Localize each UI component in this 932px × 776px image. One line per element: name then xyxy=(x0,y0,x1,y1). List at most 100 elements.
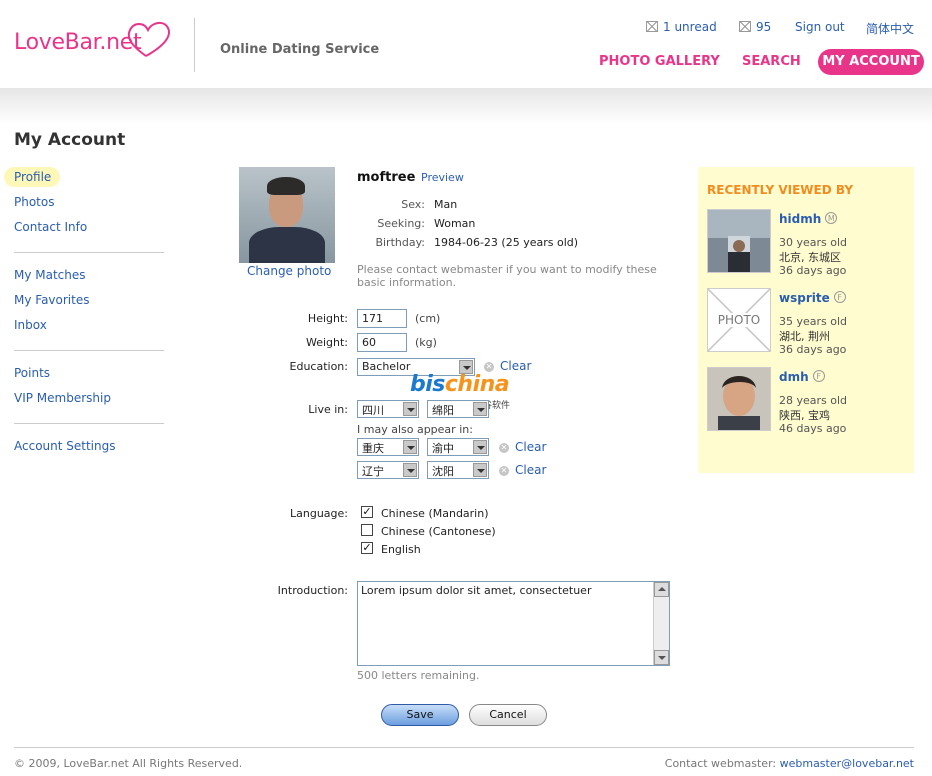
watermark-text-a: bis xyxy=(410,372,445,397)
introduction-label: Introduction: xyxy=(277,584,348,597)
webmaster-email-link[interactable]: webmaster@lovebar.net xyxy=(780,757,914,770)
seeking-label: Seeking: xyxy=(377,217,425,230)
also2-city-select[interactable]: 沈阳 xyxy=(427,461,489,479)
weight-input[interactable]: 60 xyxy=(357,333,407,352)
visitor-photo[interactable]: PHOTO xyxy=(707,288,771,352)
chevron-down-icon xyxy=(403,440,417,454)
messages-count-link[interactable]: 95 xyxy=(739,20,771,34)
header-shade xyxy=(0,88,932,124)
sidebar-item-profile[interactable]: Profile xyxy=(14,170,51,184)
cancel-button[interactable]: Cancel xyxy=(469,704,547,726)
close-icon: ✕ xyxy=(499,466,509,476)
chevron-down-icon xyxy=(403,463,417,477)
scroll-down-icon[interactable] xyxy=(654,650,669,665)
username: moftree xyxy=(357,170,416,185)
sidebar-item-contact-info[interactable]: Contact Info xyxy=(14,220,87,234)
language-switch-link[interactable]: 简体中文 xyxy=(866,20,914,37)
language-label: Language: xyxy=(290,507,348,520)
live-in-label: Live in: xyxy=(308,403,348,416)
sidebar-divider xyxy=(14,350,164,351)
sidebar-item-vip-membership[interactable]: VIP Membership xyxy=(14,391,111,405)
preview-link[interactable]: Preview xyxy=(421,171,464,184)
also2-province-select[interactable]: 辽宁 xyxy=(357,461,419,479)
unread-messages-link[interactable]: 1 unread xyxy=(646,20,717,34)
visitor-name: hidmh xyxy=(779,212,822,226)
watermark-logo: bischina xyxy=(410,372,510,397)
also1-city-value: 渝中 xyxy=(432,442,454,455)
gender-badge: F xyxy=(812,370,825,382)
birthday-value: 1984-06-23 (25 years old) xyxy=(434,236,579,249)
sidebar-item-my-matches[interactable]: My Matches xyxy=(14,268,86,282)
education-value: Bachelor xyxy=(362,360,411,373)
introduction-text: Lorem ipsum dolor sit amet, consectetuer xyxy=(361,584,592,597)
header-divider xyxy=(194,18,195,72)
visitor-location: 北京, 东城区 xyxy=(779,251,841,264)
page-title: My Account xyxy=(14,130,126,150)
height-input[interactable]: 171 xyxy=(357,309,407,328)
visitor-age: 30 years old xyxy=(779,236,848,249)
envelope-icon xyxy=(739,21,751,32)
top-bar: LoveBar.net Online Dating Service 1 unre… xyxy=(0,0,932,88)
visitor-age: 28 years old xyxy=(779,394,848,407)
visitor-name-link[interactable]: wsprite F xyxy=(779,291,846,305)
also1-city-select[interactable]: 渝中 xyxy=(427,438,489,456)
education-clear-link[interactable]: ✕ Clear xyxy=(484,359,531,373)
scroll-up-icon[interactable] xyxy=(654,582,669,597)
live-province-select[interactable]: 四川 xyxy=(357,400,419,418)
also2-clear-link[interactable]: ✕ Clear xyxy=(499,463,546,477)
recently-viewed-title: RECENTLY VIEWED BY xyxy=(707,183,854,197)
also-appear-label: I may also appear in: xyxy=(357,423,473,436)
sidebar-item-inbox[interactable]: Inbox xyxy=(14,318,47,332)
visitor-name-link[interactable]: hidmh M xyxy=(779,212,838,226)
visitor-location: 陕西, 宝鸡 xyxy=(779,409,830,422)
sidebar-item-points[interactable]: Points xyxy=(14,366,50,380)
education-label: Education: xyxy=(289,360,348,373)
visitor-name: wsprite xyxy=(779,291,830,305)
change-photo-link[interactable]: Change photo xyxy=(247,264,331,278)
envelope-icon xyxy=(646,21,658,32)
sidebar-item-account-settings[interactable]: Account Settings xyxy=(14,439,115,453)
visitor-photo-image xyxy=(708,368,770,430)
visitor-last-seen: 36 days ago xyxy=(779,343,847,356)
visitor-name: dmh xyxy=(779,370,809,384)
nav-my-account[interactable]: MY ACCOUNT xyxy=(818,49,924,75)
also2-province-value: 辽宁 xyxy=(362,465,384,478)
introduction-textarea[interactable]: Lorem ipsum dolor sit amet, consectetuer xyxy=(357,581,670,666)
height-unit: (cm) xyxy=(415,312,441,325)
visitor-photo[interactable] xyxy=(707,367,771,431)
also1-province-select[interactable]: 重庆 xyxy=(357,438,419,456)
birthday-label: Birthday: xyxy=(375,236,425,249)
nav-search[interactable]: SEARCH xyxy=(742,54,801,69)
clear-label: Clear xyxy=(515,463,547,477)
sidebar-divider xyxy=(14,423,164,424)
profile-photo xyxy=(239,167,335,263)
visitor-last-seen: 36 days ago xyxy=(779,264,847,277)
height-label: Height: xyxy=(307,312,348,325)
visitor-location: 湖北, 荆州 xyxy=(779,330,830,343)
live-city-select[interactable]: 绵阳 xyxy=(427,400,489,418)
copyright: © 2009, LoveBar.net All Rights Reserved. xyxy=(14,757,243,770)
sidebar-item-photos[interactable]: Photos xyxy=(14,195,54,209)
photo-placeholder-label: PHOTO xyxy=(708,313,770,327)
live-province-value: 四川 xyxy=(362,404,384,417)
chevron-down-icon xyxy=(473,440,487,454)
sign-out-link[interactable]: Sign out xyxy=(795,20,845,34)
chevron-down-icon xyxy=(403,402,417,416)
also1-clear-link[interactable]: ✕ Clear xyxy=(499,440,546,454)
visitor-name-link[interactable]: dmh F xyxy=(779,370,825,384)
nav-photo-gallery[interactable]: PHOTO GALLERY xyxy=(599,54,720,69)
sidebar-divider xyxy=(14,252,164,253)
save-button[interactable]: Save xyxy=(381,704,459,726)
site-logo[interactable]: LoveBar.net xyxy=(14,22,170,57)
footer-contact: Contact webmaster: webmaster@lovebar.net xyxy=(665,757,914,770)
clear-label: Clear xyxy=(500,359,532,373)
visitor-photo[interactable] xyxy=(707,209,771,273)
language-label-english: English xyxy=(381,543,421,556)
sidebar-item-my-favorites[interactable]: My Favorites xyxy=(14,293,89,307)
chevron-down-icon xyxy=(473,463,487,477)
introduction-scrollbar[interactable] xyxy=(653,582,669,665)
photo-placeholder: PHOTO xyxy=(708,289,770,351)
language-checkbox-cantonese[interactable] xyxy=(361,524,373,536)
language-checkbox-mandarin[interactable]: ✓ xyxy=(361,506,373,518)
language-checkbox-english[interactable]: ✓ xyxy=(361,542,373,554)
